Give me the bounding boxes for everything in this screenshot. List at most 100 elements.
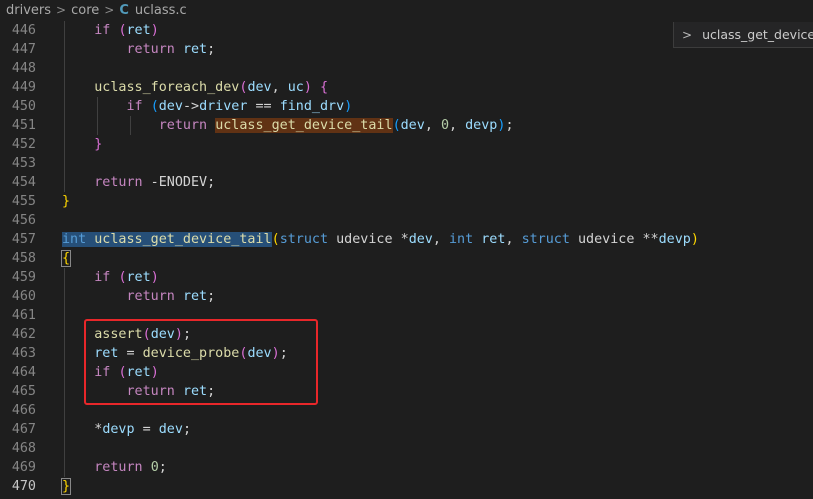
code-line[interactable]: 448 xyxy=(0,59,813,78)
line-number: 455 xyxy=(11,194,36,209)
line-number: 459 xyxy=(11,270,36,285)
code-line[interactable]: 462 assert(dev); xyxy=(0,325,813,344)
line-number: 464 xyxy=(11,365,36,380)
code-text: return -ENODEV; xyxy=(62,173,215,192)
code-token: return xyxy=(126,384,175,399)
code-line[interactable]: 469 return 0; xyxy=(0,458,813,477)
line-number: 461 xyxy=(11,308,36,323)
code-line[interactable]: 468 xyxy=(0,439,813,458)
code-line[interactable]: 457 int uclass_get_device_tail(struct ude… xyxy=(0,230,813,249)
code-text: return ret; xyxy=(62,382,216,401)
code-token: dev xyxy=(158,422,183,437)
breadcrumb-item-core[interactable]: core xyxy=(71,3,99,18)
breadcrumb-item-drivers[interactable]: drivers xyxy=(6,3,51,18)
code-token: ( xyxy=(118,23,127,38)
code-token: ) xyxy=(174,327,183,342)
code-token: ** xyxy=(634,232,659,247)
chevron-right-icon[interactable]: > xyxy=(682,28,692,42)
code-line[interactable]: 451 return uclass_get_device_tail(dev, 0… xyxy=(0,116,813,135)
sticky-scroll-widget[interactable]: > uclass_get_device_ xyxy=(673,22,813,48)
code-line[interactable]: 461 xyxy=(0,306,813,325)
code-token: uclass_get_device_tail xyxy=(215,118,393,133)
code-token: 0 xyxy=(440,118,449,133)
code-token: assert xyxy=(94,327,143,342)
indent-guide xyxy=(97,97,98,135)
code-line[interactable]: 453 xyxy=(0,154,813,173)
code-token: * xyxy=(62,422,103,437)
code-token: udevice xyxy=(578,232,635,247)
code-line[interactable]: 464 if (ret) xyxy=(0,363,813,382)
code-token: ret xyxy=(126,365,151,380)
code-text: if (dev->driver == find_drv) xyxy=(62,97,353,116)
code-token: } xyxy=(60,478,72,495)
code-token: } xyxy=(62,194,71,209)
code-token: ret xyxy=(182,42,208,57)
code-token: - xyxy=(142,175,159,190)
code-line[interactable]: 470} xyxy=(0,477,813,496)
code-token: ) xyxy=(344,99,353,114)
code-text: return ret; xyxy=(62,287,216,306)
code-token: ; xyxy=(158,460,167,475)
code-token: = xyxy=(118,346,143,361)
code-line[interactable]: 458 { xyxy=(0,249,813,268)
code-line[interactable]: 456 xyxy=(0,211,813,230)
code-text: if (ret) xyxy=(62,268,159,287)
code-token: dev xyxy=(408,232,433,247)
code-token: ) xyxy=(150,270,159,285)
code-text: if (ret) xyxy=(62,21,159,40)
code-token: return xyxy=(158,118,208,133)
code-token: int xyxy=(62,232,87,247)
code-text: return 0; xyxy=(62,458,167,477)
code-line[interactable]: 466 xyxy=(0,401,813,420)
code-line[interactable]: 455} xyxy=(0,192,813,211)
code-token: ; xyxy=(207,289,216,304)
code-line[interactable]: 460 return ret; xyxy=(0,287,813,306)
code-token: == xyxy=(247,99,280,114)
code-token: dev xyxy=(247,346,272,361)
line-number: 467 xyxy=(11,422,36,437)
code-line[interactable]: 463 ret = device_probe(dev); xyxy=(0,344,813,363)
code-token: ( xyxy=(118,365,127,380)
code-line[interactable]: 465 return ret; xyxy=(0,382,813,401)
code-token: ret xyxy=(94,346,119,361)
code-line[interactable]: 449 uclass_foreach_dev(dev, uc) { xyxy=(0,78,813,97)
code-token: , xyxy=(432,232,449,247)
code-line[interactable]: 454 return -ENODEV; xyxy=(0,173,813,192)
code-token: ) xyxy=(303,80,312,95)
code-token: uc xyxy=(287,80,304,95)
line-number: 448 xyxy=(11,61,36,76)
line-number: 458 xyxy=(11,251,36,266)
code-token: return xyxy=(94,175,143,190)
code-line[interactable]: 467 *devp = dev; xyxy=(0,420,813,439)
code-line[interactable]: 452 } xyxy=(0,135,813,154)
line-number: 456 xyxy=(11,213,36,228)
breadcrumb-item-file[interactable]: uclass.c xyxy=(135,3,187,18)
code-editor[interactable]: 446 if (ret) 447 return ret; 448 449 uclass… xyxy=(0,20,813,499)
code-token: , xyxy=(424,118,441,133)
code-token: struct xyxy=(521,232,570,247)
code-token: devp xyxy=(658,232,691,247)
code-text: { xyxy=(60,249,72,268)
code-line[interactable]: 450 if (dev->driver == find_drv) xyxy=(0,97,813,116)
chevron-right-icon: > xyxy=(56,3,67,17)
code-token: ; xyxy=(207,42,216,57)
code-line[interactable]: 459 if (ret) xyxy=(0,268,813,287)
line-number: 465 xyxy=(11,384,36,399)
code-token: ret xyxy=(126,23,151,38)
code-token: find_drv xyxy=(279,99,345,114)
chevron-right-icon: > xyxy=(104,3,115,17)
code-token: if xyxy=(94,365,111,380)
indent-guide xyxy=(64,268,65,477)
